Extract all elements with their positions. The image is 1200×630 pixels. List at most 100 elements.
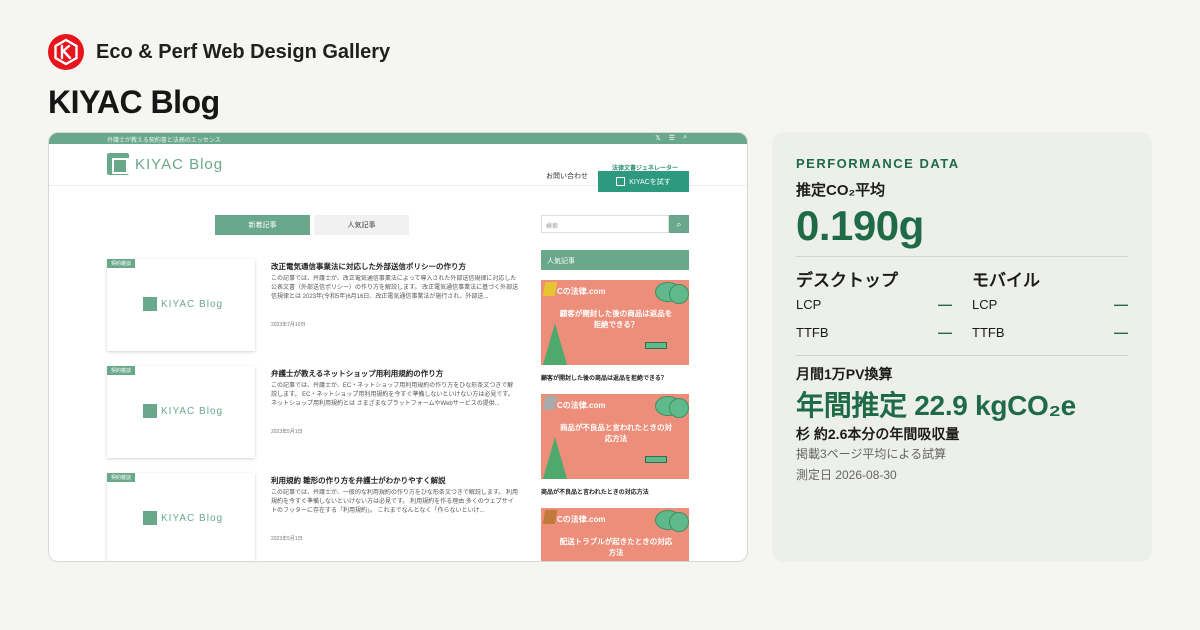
card-caption: 顧客が開封した後の商品は返品を拒絶できる？ [541,376,667,382]
tab-popular-posts: 人気記事 [314,215,409,235]
mobile-metrics: モバイル LCP — TTFB — [972,266,1128,346]
section-label: PERFORMANCE DATA [796,156,960,171]
trees-equivalent: 杉 約2.6本分の年間吸収量 [796,426,960,442]
cta-button: KIYACを試す [598,171,689,192]
desktop-metrics: デスクトップ LCP — TTFB — [796,266,952,346]
metric-row: LCP — [796,290,952,318]
performance-panel: PERFORMANCE DATA 推定CO₂平均 0.190g デスクトップ L… [772,132,1152,562]
post-date: 2023年7月10日 [271,322,306,328]
document-icon [616,177,626,186]
circle-decoration [669,512,689,532]
card-text: 顧客が開封した後の商品は返品を拒絶できる？ [559,309,673,329]
triangle-decoration [543,323,567,365]
divider [796,355,1128,356]
thumbnail-logo-text: KIYAC Blog [161,512,224,524]
metric-value: — [938,324,952,340]
popular-card: Cの法律.com 配送トラブルが起きたときの対応方法 [541,508,689,561]
search-icon: ⌕ [669,215,689,233]
card-site: Cの法律.com [557,401,606,410]
metric-row: TTFB — [796,318,952,346]
divider [796,256,1128,257]
category-badge: 契約雑談 [107,473,136,482]
popular-card: Cの法律.com 商品が不良品と言われたときの対応方法 [541,394,689,479]
kiyac-logo-icon [143,511,157,525]
card-text: 配送トラブルが起きたときの対応方法 [559,537,673,557]
thumbnail-logo: KIYAC Blog [143,404,223,418]
article-tabs: 新着記事 人気記事 [215,215,409,235]
thumbnail-logo: KIYAC Blog [143,297,223,311]
post-thumbnail: 契約雑談 KIYAC Blog [107,259,255,351]
topbar-icons: 𝕏 ☰ ⌕ [655,134,687,142]
circle-decoration [669,284,689,304]
metric-label: LCP [972,296,998,312]
metric-row: TTFB — [972,318,1128,346]
nav-contact: お問い合わせ [546,173,588,180]
metric-label: TTFB [972,324,1005,340]
brand-header: Eco & Perf Web Design Gallery [48,34,390,70]
badge-icon [542,510,558,524]
co2-label: 推定CO₂平均 [796,182,886,199]
screenshot-logo: KIYAC Blog [107,153,223,175]
post-title: 弁護士が教えるネットショップ用利用規約の作り方 [271,369,444,378]
list-item: 契約雑談 KIYAC Blog 改正電気通信事業法に対応した外部送信ポリシーの作… [107,259,527,354]
badge-icon [542,396,558,410]
metric-label: LCP [796,296,822,312]
post-excerpt: この記事では、弁護士が、改正電気通信事業法によって導入された外部送信規律に対応し… [271,276,519,300]
card-text: 商品が不良品と言われたときの対応方法 [559,423,673,443]
kiyac-logo-icon [107,153,131,175]
popular-heading: 人気記事 [541,250,689,270]
kiyac-logo-icon [143,297,157,311]
brand-name[interactable]: Eco & Perf Web Design Gallery [96,41,390,64]
post-date: 2023年5月1日 [271,429,303,435]
page-title: KIYAC Blog [48,84,220,120]
post-title: 改正電気通信事業法に対応した外部送信ポリシーの作り方 [271,262,466,271]
thumbnail-logo-text: KIYAC Blog [161,298,224,310]
circle-decoration [669,398,689,418]
site-screenshot[interactable]: 弁護士が教える契約書と法務のエッセンス 𝕏 ☰ ⌕ KIYAC Blog お問い… [48,132,748,562]
tag-decoration [645,456,667,463]
metric-row: LCP — [972,290,1128,318]
post-excerpt: この記事では、弁護士が、EC・ネットショップ用利用規約の作り方をひな形条文つきで… [271,383,514,407]
annual-estimate: 年間推定 22.9 kgCO₂e [796,390,1076,421]
hexagon-k-logo-icon[interactable] [48,34,84,70]
tab-new-posts: 新着記事 [215,215,310,235]
post-date: 2023年5月1日 [271,536,303,542]
metric-value: — [1114,324,1128,340]
screenshot-header: KIYAC Blog お問い合わせ 法律文書ジェネレーター KIYACを試す [49,144,747,192]
cta-label: KIYACを試す [629,178,671,186]
triangle-decoration [543,437,567,479]
search-icon: ⌕ [683,134,687,141]
post-thumbnail: 契約雑談 KIYAC Blog [107,473,255,561]
topbar-tagline: 弁護士が教える契約書と法務のエッセンス [107,138,221,144]
mobile-title: モバイル [972,271,1040,290]
category-badge: 契約雑談 [107,259,136,268]
rss-icon: ☰ [668,135,676,142]
co2-value: 0.190g [796,202,924,249]
post-title: 利用規約 雛形の作り方を弁護士がわかりやすく解説 [271,476,446,485]
screenshot-topbar: 弁護士が教える契約書と法務のエッセンス 𝕏 ☰ ⌕ [49,133,747,144]
tag-decoration [645,342,667,349]
metric-label: TTFB [796,324,829,340]
desktop-title: デスクトップ [796,271,898,290]
pv-label: 月間1万PV換算 [796,366,893,382]
category-badge: 契約雑談 [107,366,136,375]
popular-card: Cの法律.com 顧客が開封した後の商品は返品を拒絶できる？ [541,280,689,365]
card-caption: 商品が不良品と言われたときの対応方法 [541,490,649,496]
badge-icon [542,282,558,296]
x-icon: 𝕏 [655,135,661,142]
list-item: 契約雑談 KIYAC Blog 利用規約 雛形の作り方を弁護士がわかりやすく解説… [107,473,527,561]
metric-value: — [1114,296,1128,312]
card-site: Cの法律.com [557,287,606,296]
post-thumbnail: 契約雑談 KIYAC Blog [107,366,255,458]
thumbnail-logo: KIYAC Blog [143,511,223,525]
list-item: 契約雑談 KIYAC Blog 弁護士が教えるネットショップ用利用規約の作り方 … [107,366,527,461]
estimate-note: 掲載3ページ平均による試算 [796,447,947,461]
thumbnail-logo-text: KIYAC Blog [161,405,224,417]
metric-value: — [938,296,952,312]
measured-date: 測定日 2026-08-30 [796,468,897,482]
kiyac-logo-icon [143,404,157,418]
post-excerpt: この記事では、弁護士が、一般的な利用規約の作り方をひな形条文つきで解説します。 … [271,490,518,514]
screenshot-logo-text: KIYAC Blog [135,155,224,173]
screenshot-search-input: 検索 [541,215,669,233]
card-site: Cの法律.com [557,515,606,524]
